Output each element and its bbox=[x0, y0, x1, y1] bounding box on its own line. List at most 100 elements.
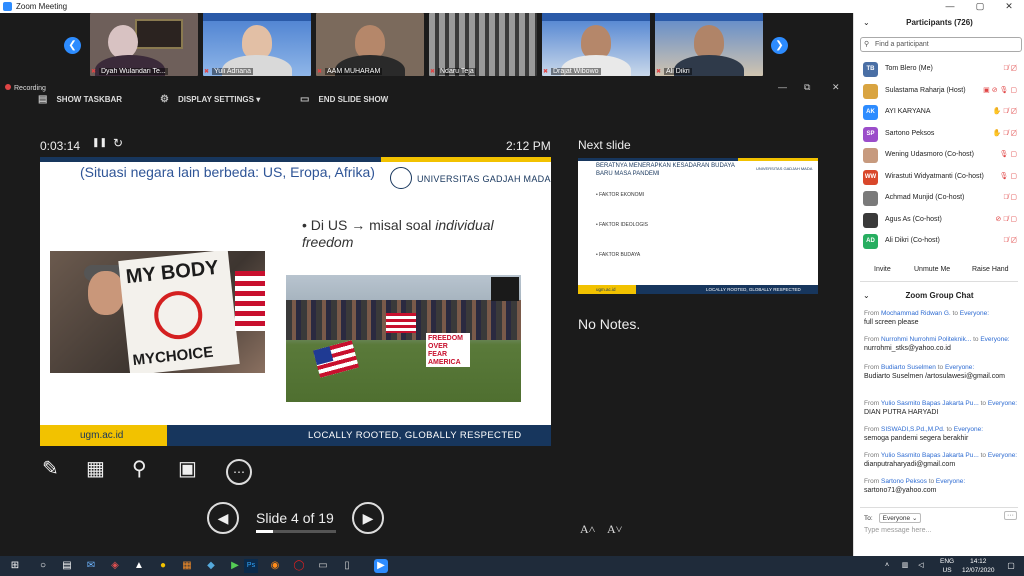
gallery-prev-button[interactable]: ❮ bbox=[64, 37, 81, 54]
participant-row[interactable]: Agus As (Co-host) ⊘ 🎙̸ ▢ bbox=[854, 210, 1024, 230]
taskbar-app-icon[interactable]: ▲ bbox=[132, 559, 146, 573]
video-tile[interactable]: ✖ Dyah Wulandari Te... bbox=[90, 13, 198, 76]
chat-more-icon[interactable]: ··· bbox=[1004, 511, 1017, 520]
chat-message: From SISWADI,S.Pd.,M.Pd. to Everyone: sem… bbox=[864, 425, 1019, 444]
close-button[interactable]: ✕ bbox=[994, 0, 1024, 13]
previous-slide-button[interactable]: ◀ bbox=[207, 502, 239, 534]
volume-icon[interactable]: ◁ bbox=[914, 559, 928, 573]
chat-sender[interactable]: Yulio Sasmito Bapas Jakarta Pu... bbox=[881, 452, 979, 459]
system-clock[interactable]: 14:12 12/07/2020 bbox=[962, 557, 995, 575]
input-language[interactable]: ENG US bbox=[940, 557, 954, 575]
more-options-icon[interactable]: ⋯ bbox=[226, 459, 252, 485]
video-tile[interactable]: ✖ Drajat Wibowo bbox=[542, 13, 650, 76]
chevron-down-icon[interactable]: ⌄ bbox=[863, 291, 870, 300]
participant-row[interactable]: Wening Udasmoro (Co-host) 🎙 ▢ bbox=[854, 145, 1024, 165]
end-slide-show-button[interactable]: ▭ END SLIDE SHOW bbox=[300, 94, 388, 105]
raise-hand-button[interactable]: Raise Hand bbox=[972, 264, 1009, 276]
ugm-seal-icon bbox=[390, 167, 412, 189]
chat-sender[interactable]: Sartono Peksos bbox=[881, 478, 927, 485]
video-tile[interactable]: ✖ Ndaru Teja bbox=[429, 13, 537, 76]
mic-muted-icon: ✖ bbox=[656, 69, 662, 75]
presenter-minimize-icon[interactable]: — bbox=[778, 82, 787, 92]
photoshop-icon[interactable]: Ps bbox=[244, 559, 258, 573]
opera-icon[interactable]: ◯ bbox=[292, 559, 306, 573]
us-flag-icon bbox=[386, 313, 416, 333]
pause-timer-icon[interactable]: ❚❚ bbox=[92, 137, 107, 148]
participant-row[interactable]: TB Tom Blero (Me) 🎙̸ ▢̸ bbox=[854, 59, 1024, 79]
photo-freedom-sign: FREEDOM OVER FEAR AMERICA bbox=[426, 333, 470, 367]
participant-row[interactable]: AD Ali Dikri (Co-host) 🎙̸ ▢̸ bbox=[854, 231, 1024, 251]
us-flag-icon bbox=[313, 340, 359, 378]
invite-button[interactable]: Invite bbox=[874, 264, 891, 276]
next-slide-preview[interactable]: BERATNYA MENERAPKAN KESADARAN BUDAYA BAR… bbox=[578, 158, 818, 294]
notifications-icon[interactable]: ▢ bbox=[1004, 559, 1018, 573]
participant-status-icons[interactable]: 🎙̸ ▢̸ bbox=[1003, 59, 1017, 79]
participant-row[interactable]: SP Sartono Peksos ✋ 🎙̸ ▢̸ bbox=[854, 124, 1024, 144]
search-icon: ⚲ bbox=[864, 41, 870, 48]
participant-status-icons[interactable]: 🎙̸ ▢ bbox=[1003, 188, 1017, 208]
presenter-restore-icon[interactable]: ⧉ bbox=[804, 82, 810, 93]
sign-text-top: MY BODY bbox=[124, 256, 220, 289]
zoom-slide-icon[interactable]: ⚲ bbox=[132, 456, 147, 481]
tile-name: Drajat Wibowo bbox=[551, 68, 601, 75]
taskbar-store-icon[interactable]: ▤ bbox=[60, 559, 74, 573]
taskbar-app-icon[interactable]: ▦ bbox=[180, 559, 194, 573]
firefox-icon[interactable]: ◉ bbox=[268, 559, 282, 573]
language-code: ENG bbox=[940, 558, 955, 565]
chat-sender[interactable]: SISWADI,S.Pd.,M.Pd. bbox=[881, 426, 945, 433]
increase-font-button[interactable]: A˄ bbox=[580, 522, 595, 537]
video-tile[interactable]: ✖ AAM MUHARAM bbox=[316, 13, 424, 76]
chat-sender[interactable]: Budiarto Suselmen bbox=[881, 364, 936, 371]
participant-status-icons[interactable]: ▣ ⊘ 🎙 ▢ bbox=[983, 81, 1017, 101]
minimize-button[interactable]: — bbox=[935, 0, 965, 13]
chat-message-input[interactable]: Type message here... bbox=[864, 527, 931, 534]
participant-status-icons[interactable]: 🎙̸ ▢̸ bbox=[1003, 231, 1017, 251]
participant-status-icons[interactable]: ⊘ 🎙̸ ▢ bbox=[995, 210, 1017, 230]
participant-row[interactable]: Sulastama Raharja (Host) ▣ ⊘ 🎙 ▢ bbox=[854, 81, 1024, 101]
taskbar-app-icon[interactable]: ◆ bbox=[204, 559, 218, 573]
tray-chevron-icon[interactable]: ˄ bbox=[880, 559, 894, 573]
participant-avatar bbox=[863, 83, 878, 99]
participant-status-icons[interactable]: 🎙 ▢ bbox=[1000, 145, 1017, 165]
video-tile[interactable]: ✖ Yuli Adriana bbox=[203, 13, 311, 76]
taskbar-app-icon[interactable]: ▶ bbox=[228, 559, 242, 573]
participant-status-icons[interactable]: 🎙 ▢ bbox=[1000, 167, 1017, 187]
chat-sender[interactable]: Nurrohmi Nurrohmi Politeknik... bbox=[881, 336, 971, 343]
presenter-close-icon[interactable]: ✕ bbox=[832, 82, 840, 93]
taskbar-app-icon[interactable]: ● bbox=[156, 559, 170, 573]
zoom-taskbar-icon[interactable]: ▶ bbox=[374, 559, 388, 573]
show-taskbar-button[interactable]: ▤ SHOW TASKBAR bbox=[38, 94, 122, 105]
slide-progress-bar bbox=[256, 530, 336, 533]
unmute-me-button[interactable]: Unmute Me bbox=[914, 264, 950, 276]
black-screen-icon[interactable]: ▣ bbox=[178, 456, 197, 481]
participant-avatar bbox=[863, 148, 878, 163]
participant-status-icons[interactable]: ✋ 🎙̸ ▢̸ bbox=[993, 102, 1017, 122]
gallery-next-button[interactable]: ❯ bbox=[771, 37, 788, 54]
participant-row[interactable]: AK AYI KARYANA ✋ 🎙̸ ▢̸ bbox=[854, 102, 1024, 122]
participant-row[interactable]: WW Wirastuti Widyatmanti (Co-host) 🎙 ▢ bbox=[854, 167, 1024, 187]
taskbar-search-icon[interactable]: ○ bbox=[36, 559, 50, 573]
chat-sender[interactable]: Yulio Sasmito Bapas Jakarta Pu... bbox=[881, 400, 979, 407]
taskbar-mail-icon[interactable]: ✉ bbox=[84, 559, 98, 573]
taskbar-app-icon[interactable]: ▯ bbox=[340, 559, 354, 573]
participant-status-icons[interactable]: ✋ 🎙̸ ▢̸ bbox=[993, 124, 1017, 144]
decrease-font-button[interactable]: A˅ bbox=[607, 522, 622, 537]
recipient-select[interactable]: Everyone ⌄ bbox=[878, 513, 922, 523]
see-all-slides-icon[interactable]: ▦ bbox=[86, 456, 105, 481]
reset-timer-icon[interactable]: ↻ bbox=[113, 136, 123, 150]
chevron-down-icon[interactable]: ⌄ bbox=[863, 18, 870, 27]
participant-search-input[interactable]: ⚲ Find a participant bbox=[860, 37, 1022, 52]
display-settings-button[interactable]: ⚙ DISPLAY SETTINGS ▾ bbox=[160, 94, 260, 105]
next-slide-button[interactable]: ▶ bbox=[352, 502, 384, 534]
network-icon[interactable]: ▥ bbox=[898, 559, 912, 573]
windows-start-icon[interactable]: ⊞ bbox=[8, 559, 22, 573]
chat-sender[interactable]: Mochammad Ridwan G. bbox=[881, 310, 951, 317]
recording-indicator[interactable]: Recording bbox=[5, 84, 46, 92]
video-tile[interactable]: ✖ Ali Dikri bbox=[655, 13, 763, 76]
taskbar-app-icon[interactable]: ◈ bbox=[108, 559, 122, 573]
maximize-button[interactable]: ▢ bbox=[965, 0, 995, 13]
taskbar-app-icon[interactable]: ▭ bbox=[316, 559, 330, 573]
participant-row[interactable]: Achmad Munjid (Co-host) 🎙̸ ▢ bbox=[854, 188, 1024, 208]
chat-message-header: From Mochammad Ridwan G. to Everyone: bbox=[864, 309, 1019, 318]
pen-tool-icon[interactable]: ✎ bbox=[42, 456, 59, 481]
